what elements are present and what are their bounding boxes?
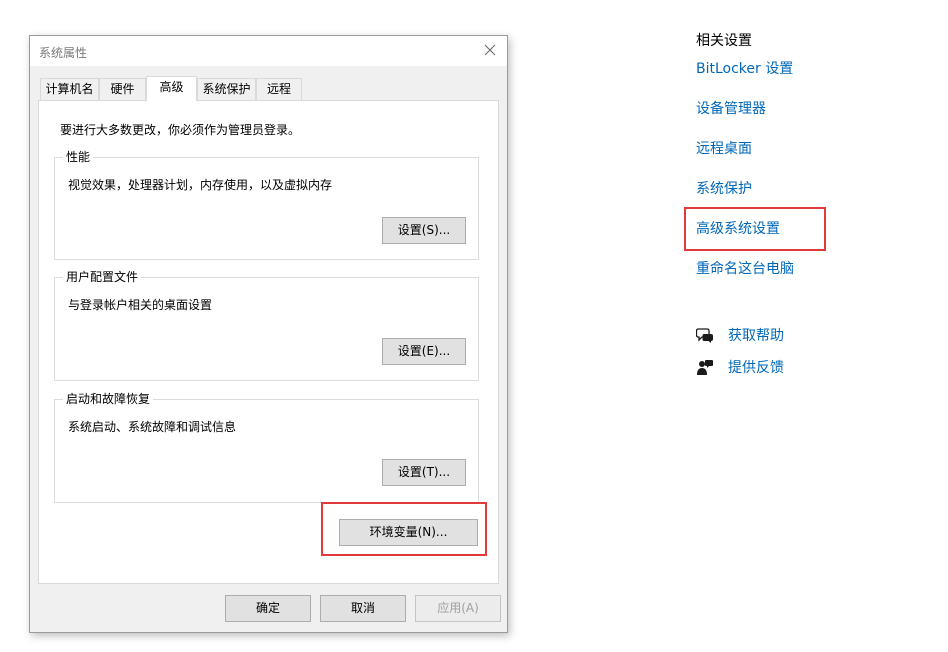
dialog-title: 系统属性 <box>39 46 88 60</box>
device-manager-link[interactable]: 设备管理器 <box>696 98 766 118</box>
system-properties-dialog: 系统属性 计算机名 硬件 高级 系统保护 远程 要进行大多数更改，你必须作为管理… <box>29 35 508 633</box>
feedback-icon <box>696 359 714 375</box>
advanced-tab-panel: 要进行大多数更改，你必须作为管理员登录。 性能 视觉效果，处理器计划，内存使用，… <box>38 100 499 584</box>
performance-group: 性能 视觉效果，处理器计划，内存使用，以及虚拟内存 设置(S)... <box>54 150 479 260</box>
give-feedback-link[interactable]: 提供反馈 <box>696 357 816 377</box>
user-profiles-legend: 用户配置文件 <box>63 270 142 284</box>
admin-note: 要进行大多数更改，你必须作为管理员登录。 <box>60 123 301 137</box>
tab-remote[interactable]: 远程 <box>256 78 302 100</box>
close-icon[interactable] <box>481 41 499 59</box>
startup-recovery-group: 启动和故障恢复 系统启动、系统故障和调试信息 设置(T)... <box>54 392 479 503</box>
advanced-system-settings-link[interactable]: 高级系统设置 <box>696 218 780 238</box>
get-help-label: 获取帮助 <box>728 328 784 344</box>
performance-legend: 性能 <box>63 150 94 164</box>
apply-button[interactable]: 应用(A) <box>415 595 501 622</box>
dialog-titlebar: 系统属性 <box>30 36 507 66</box>
give-feedback-label: 提供反馈 <box>728 360 784 376</box>
tab-advanced[interactable]: 高级 <box>146 76 197 101</box>
get-help-link[interactable]: 获取帮助 <box>695 325 816 345</box>
remote-desktop-link[interactable]: 远程桌面 <box>696 138 752 158</box>
ok-button[interactable]: 确定 <box>225 595 311 622</box>
startup-recovery-legend: 启动和故障恢复 <box>63 392 154 406</box>
cancel-button[interactable]: 取消 <box>320 595 406 622</box>
tab-system-protection[interactable]: 系统保护 <box>197 78 256 100</box>
chat-help-icon <box>695 327 714 343</box>
environment-variables-button[interactable]: 环境变量(N)... <box>339 519 478 546</box>
system-protection-link[interactable]: 系统保护 <box>696 178 752 198</box>
tab-computer-name[interactable]: 计算机名 <box>40 78 99 100</box>
user-profiles-description: 与登录帐户相关的桌面设置 <box>68 298 213 312</box>
startup-recovery-settings-button[interactable]: 设置(T)... <box>382 459 466 486</box>
user-profiles-group: 用户配置文件 与登录帐户相关的桌面设置 设置(E)... <box>54 270 479 381</box>
rename-pc-link[interactable]: 重命名这台电脑 <box>696 258 794 278</box>
bitlocker-settings-link[interactable]: BitLocker 设置 <box>696 58 793 78</box>
performance-description: 视觉效果，处理器计划，内存使用，以及虚拟内存 <box>68 178 333 192</box>
related-settings-title: 相关设置 <box>696 33 752 49</box>
tab-hardware[interactable]: 硬件 <box>99 78 146 100</box>
user-profiles-settings-button[interactable]: 设置(E)... <box>382 338 466 365</box>
performance-settings-button[interactable]: 设置(S)... <box>382 217 466 244</box>
startup-recovery-description: 系统启动、系统故障和调试信息 <box>68 420 237 434</box>
